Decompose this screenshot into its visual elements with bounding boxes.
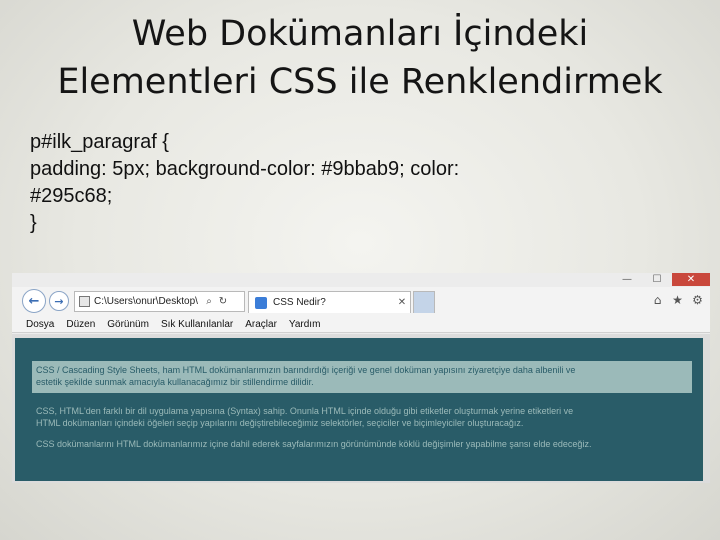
- paragraph-3: CSS dokümanlarını HTML dokümanlarımız iç…: [36, 438, 696, 450]
- refresh-icon[interactable]: ↻: [216, 296, 230, 307]
- menu-item-gorunum[interactable]: Görünüm: [107, 319, 149, 330]
- menu-item-duzen[interactable]: Düzen: [66, 319, 95, 330]
- window-controls: — ☐ ✕: [612, 273, 710, 286]
- back-button[interactable]: ←: [22, 289, 46, 313]
- tab-close-icon[interactable]: ✕: [394, 297, 410, 308]
- favorites-star-icon[interactable]: ★: [671, 293, 684, 307]
- code-line: p#ilk_paragraf {: [30, 131, 169, 153]
- rendered-page: CSS / Cascading Style Sheets, ham HTML d…: [15, 338, 703, 481]
- maximize-button[interactable]: ☐: [642, 273, 672, 286]
- page-viewport: CSS / Cascading Style Sheets, ham HTML d…: [12, 334, 710, 483]
- code-line: }: [30, 212, 37, 234]
- paragraph-line: CSS dokümanlarını HTML dokümanlarımız iç…: [36, 439, 592, 449]
- css-code-block: p#ilk_paragraf { padding: 5px; backgroun…: [30, 129, 700, 237]
- paragraph-line: CSS / Cascading Style Sheets, ham HTML d…: [36, 365, 576, 375]
- new-tab-button[interactable]: [413, 291, 435, 313]
- paragraph-2: CSS, HTML'den farklı bir dil uygulama ya…: [36, 405, 696, 429]
- menu-bar: Dosya Düzen Görünüm Sık Kullanılanlar Ar…: [12, 317, 710, 333]
- code-line: #295c68;: [30, 185, 113, 207]
- page-icon: [79, 296, 90, 307]
- menu-item-sik-kullanilanlar[interactable]: Sık Kullanılanlar: [161, 319, 233, 330]
- tab-label: CSS Nedir?: [273, 297, 326, 308]
- minimize-button[interactable]: —: [612, 273, 642, 286]
- search-icon[interactable]: ⌕: [202, 296, 216, 307]
- menu-item-araclar[interactable]: Araçlar: [245, 319, 277, 330]
- slide-title: Web Dokümanları İçindeki Elementleri CSS…: [0, 10, 720, 106]
- paragraph-line: HTML dokümanları içindeki öğeleri seçip …: [36, 418, 524, 428]
- gear-icon[interactable]: ⚙: [691, 293, 704, 307]
- browser-toolbar: ← → C:\Users\onur\Desktop\ ⌕ ↻ CSS Nedir…: [12, 287, 710, 317]
- menu-item-yardim[interactable]: Yardım: [289, 319, 321, 330]
- menu-item-dosya[interactable]: Dosya: [26, 319, 54, 330]
- tab-css-nedir[interactable]: CSS Nedir? ✕: [248, 291, 411, 313]
- address-text: C:\Users\onur\Desktop\: [94, 296, 198, 307]
- styled-paragraph-ilk-paragraf: CSS / Cascading Style Sheets, ham HTML d…: [32, 361, 692, 393]
- ie-tab-icon: [255, 296, 267, 309]
- paragraph-line: estetik şekilde sunmak amacıyla kullanac…: [36, 377, 314, 387]
- forward-button[interactable]: →: [49, 291, 69, 311]
- home-icon[interactable]: ⌂: [651, 293, 664, 307]
- code-line: padding: 5px; background-color: #9bbab9;…: [30, 158, 460, 180]
- close-window-button[interactable]: ✕: [672, 273, 710, 286]
- browser-window: — ☐ ✕ ← → C:\Users\onur\Desktop\ ⌕ ↻ CSS…: [12, 273, 710, 483]
- address-bar[interactable]: C:\Users\onur\Desktop\ ⌕ ↻: [74, 291, 245, 312]
- paragraph-line: CSS, HTML'den farklı bir dil uygulama ya…: [36, 406, 574, 416]
- slide-title-line-1: Web Dokümanları İçindeki: [131, 14, 589, 54]
- toolbar-icons: ⌂ ★ ⚙: [651, 293, 704, 307]
- slide-title-line-2: Elementleri CSS ile Renklendirmek: [57, 62, 663, 102]
